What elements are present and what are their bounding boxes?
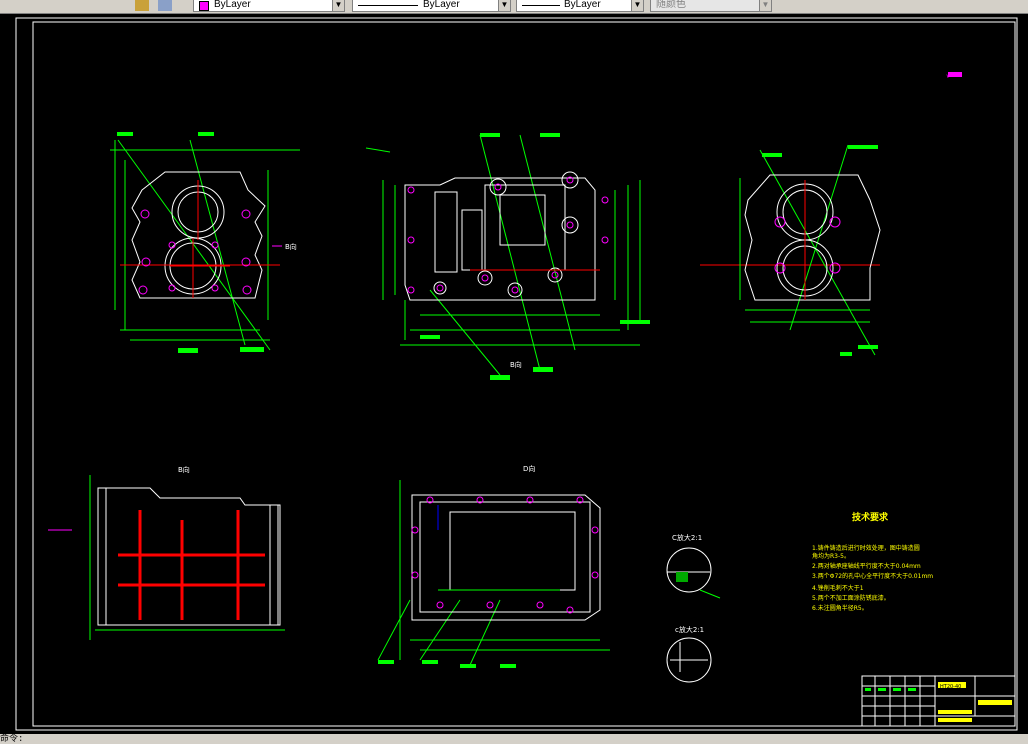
view-label-d: D向: [523, 464, 535, 473]
view-label-b: B向: [285, 242, 297, 251]
lineweight-value: ByLayer: [564, 0, 601, 10]
chevron-down-icon[interactable]: ▼: [631, 0, 643, 11]
color-swatch-icon: [199, 1, 209, 11]
layer-icon[interactable]: [135, 0, 149, 11]
tech-note-3: 2.两对轴承座轴线平行度不大于0.04mm: [812, 562, 921, 570]
outer-sheet-border: [15, 17, 1018, 731]
title-block: HT20-40: [861, 675, 1016, 727]
chevron-down-icon[interactable]: ▼: [332, 0, 344, 11]
tech-note-2: 角均为R3-5。: [812, 552, 850, 560]
tech-note-4: 3.两个Φ72的孔中心全平行度不大于0.01mm: [812, 572, 933, 580]
section-view-left: B向: [48, 465, 285, 640]
tech-title: 技术要求: [852, 511, 889, 523]
lineweight-preview-icon: [522, 5, 560, 6]
front-view-left: B向: [110, 132, 300, 353]
technical-requirements: 技术要求 1.铸件铸造后进行时效处理，图中铸造圆 角均为R3-5。 2.两对轴承…: [812, 511, 933, 612]
tech-note-7: 6.未注圆角半径R5。: [812, 604, 868, 612]
linetype-preview-icon: [358, 5, 418, 6]
detail-d-label: c放大2:1: [675, 625, 704, 634]
layer-previous-icon[interactable]: [158, 0, 172, 11]
tech-note-5: 4.锉削毛刺不大于1: [812, 584, 864, 592]
detail-view-c: C放大2:1: [666, 533, 721, 599]
tech-note-6: 5.两个不加工面涂防锈底漆。: [812, 594, 890, 602]
side-view-right: [700, 144, 881, 356]
corner-mark-box: [948, 72, 962, 77]
tech-note-1: 1.铸件铸造后进行时效处理，图中铸造圆: [812, 544, 920, 552]
top-view-center: D向: [377, 464, 610, 668]
color-value: ByLayer: [214, 0, 251, 10]
command-line[interactable]: 命令:: [0, 734, 1028, 744]
linetype-value: ByLayer: [423, 0, 460, 10]
linetype-control[interactable]: ByLayer ▼: [352, 0, 511, 12]
command-prompt: 命令:: [0, 734, 24, 744]
drawing-canvas[interactable]: √ B向: [0, 14, 1028, 734]
detail-c-label: C放大2:1: [672, 533, 702, 542]
color-control[interactable]: ByLayer ▼: [193, 0, 345, 12]
view-label-b-section: B向: [178, 465, 190, 474]
chevron-down-icon[interactable]: ▼: [498, 0, 510, 11]
detail-view-d: c放大2:1: [666, 625, 712, 683]
lineweight-control[interactable]: ByLayer ▼: [516, 0, 644, 12]
properties-toolbar: ByLayer ▼ ByLayer ▼ ByLayer ▼ 随颜色 ▼: [0, 0, 1028, 14]
plotstyle-value: 随颜色: [656, 0, 686, 10]
chevron-down-icon[interactable]: ▼: [759, 0, 771, 11]
front-view-center: B向: [365, 133, 650, 380]
title-block-name: HT20-40: [940, 684, 961, 690]
plotstyle-control[interactable]: 随颜色 ▼: [650, 0, 772, 12]
view-label-b-center: B向: [510, 360, 522, 369]
